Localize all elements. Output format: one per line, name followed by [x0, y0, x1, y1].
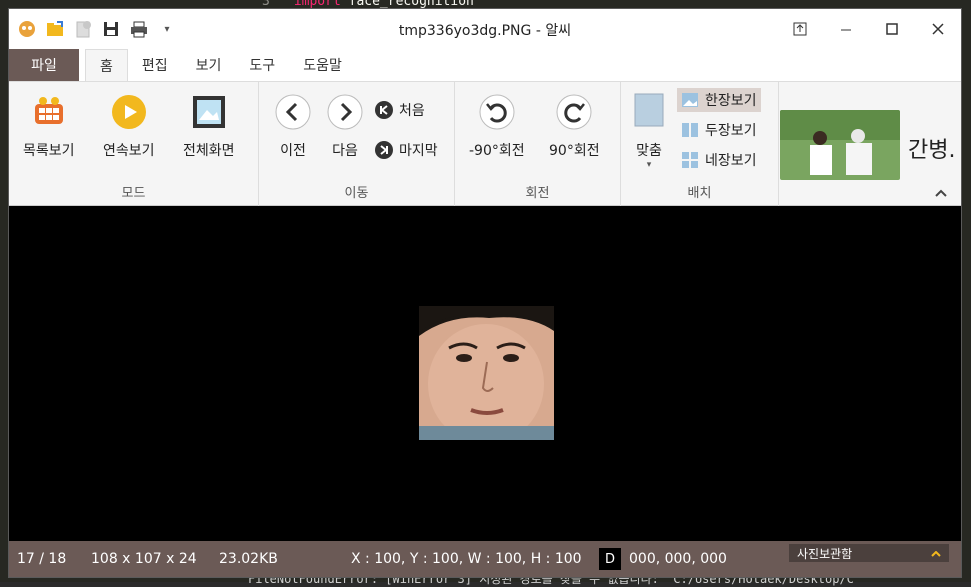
group-layout: 맞춤 ▾ 한장보기 두장보기 네장보기 배치 — [621, 82, 779, 207]
group-mode-label: 모드 — [121, 186, 146, 201]
double-view-button[interactable]: 두장보기 — [681, 120, 757, 140]
rotate-right-icon — [554, 92, 594, 132]
prev-label: 이전 — [280, 143, 306, 159]
rotate-cw-button[interactable]: 90°회전 — [549, 92, 600, 160]
last-icon — [375, 141, 393, 159]
group-rotate-label: 회전 — [525, 186, 550, 201]
chevron-left-icon — [273, 92, 313, 132]
slideshow-button[interactable]: 연속보기 — [103, 92, 155, 160]
promo-thumbnail[interactable] — [780, 110, 900, 180]
minimize-icon[interactable] — [823, 9, 869, 49]
image-canvas[interactable] — [9, 206, 961, 543]
prev-button[interactable]: 이전 — [273, 92, 313, 160]
list-view-label: 목록보기 — [23, 143, 75, 159]
status-bar: 17 / 18 108 x 107 x 24 23.02KB X : 100, … — [9, 541, 961, 577]
chevron-up-icon — [931, 546, 941, 560]
photo-album-button[interactable]: 사진보관함 — [789, 544, 949, 562]
file-size: 23.02KB — [219, 551, 278, 567]
single-view-button[interactable]: 한장보기 — [677, 88, 761, 112]
last-button[interactable]: 마지막 — [375, 140, 438, 160]
single-view-icon — [681, 91, 699, 109]
group-navigation: 이전 다음 처음 마지막 이동 — [259, 82, 455, 207]
tab-tools[interactable]: 도구 — [235, 49, 289, 81]
chevron-right-icon — [325, 92, 365, 132]
tab-help[interactable]: 도움말 — [289, 49, 356, 81]
tab-home[interactable]: 홈 — [85, 49, 128, 81]
window-controls — [777, 9, 961, 49]
new-icon[interactable] — [73, 19, 93, 39]
first-label: 처음 — [399, 103, 425, 119]
first-icon — [375, 101, 393, 119]
ribbon-promo[interactable]: 간병. — [776, 82, 961, 207]
first-button[interactable]: 처음 — [375, 100, 425, 120]
selection-info: X : 100, Y : 100, W : 100, H : 100 — [351, 551, 582, 567]
color-value: 000, 000, 000 — [629, 551, 727, 567]
last-label: 마지막 — [399, 143, 438, 159]
tab-view[interactable]: 보기 — [182, 49, 236, 81]
fullscreen-button[interactable]: 전체화면 — [183, 92, 235, 160]
ribbon-tabs: 파일 홈 편집 보기 도구 도움말 — [9, 49, 961, 81]
close-icon[interactable] — [915, 9, 961, 49]
color-mode-badge: D — [599, 548, 621, 570]
group-rotate: -90°회전 90°회전 회전 — [455, 82, 621, 207]
single-view-label: 한장보기 — [705, 93, 757, 109]
maximize-icon[interactable] — [869, 9, 915, 49]
double-view-icon — [681, 121, 699, 139]
rotate-ccw-label: -90°회전 — [469, 143, 525, 159]
rotate-ccw-button[interactable]: -90°회전 — [469, 92, 525, 160]
slideshow-label: 연속보기 — [103, 143, 155, 159]
app-logo-icon[interactable] — [17, 19, 37, 39]
play-icon — [109, 92, 149, 132]
displayed-photo — [419, 306, 554, 444]
collapse-ribbon-icon[interactable] — [935, 185, 947, 201]
customize-icon[interactable]: ▾ — [157, 19, 177, 39]
ribbon: 목록보기 연속보기 전체화면 모드 이전 다음 처음 마지막 이동 -90°회전… — [9, 81, 961, 207]
tab-edit[interactable]: 편집 — [128, 49, 182, 81]
next-button[interactable]: 다음 — [325, 92, 365, 160]
fullscreen-icon — [189, 92, 229, 132]
tab-file[interactable]: 파일 — [9, 49, 79, 81]
quick-access-toolbar: ▾ — [9, 19, 177, 39]
rotate-cw-label: 90°회전 — [549, 143, 600, 159]
next-label: 다음 — [332, 143, 358, 159]
fit-icon — [629, 92, 669, 132]
save-icon[interactable] — [101, 19, 121, 39]
group-layout-label: 배치 — [687, 186, 712, 201]
image-index: 17 / 18 — [17, 551, 67, 567]
image-dimensions: 108 x 107 x 24 — [91, 551, 197, 567]
photo-album-label: 사진보관함 — [797, 546, 853, 561]
grid-mascot-icon — [29, 92, 69, 132]
quad-view-icon — [681, 151, 699, 169]
double-view-label: 두장보기 — [705, 123, 757, 139]
print-icon[interactable] — [129, 19, 149, 39]
group-mode: 목록보기 연속보기 전체화면 모드 — [9, 82, 259, 207]
viewer-window: ▾ tmp336yo3dg.PNG - 알씨 파일 홈 편집 보기 도구 도움말 — [8, 8, 962, 578]
rotate-left-icon — [477, 92, 517, 132]
open-folder-icon[interactable] — [45, 19, 65, 39]
fit-label: 맞춤 — [636, 143, 662, 159]
quad-view-label: 네장보기 — [705, 153, 757, 169]
fit-dropdown-icon[interactable]: ▾ — [647, 160, 652, 170]
fullscreen-label: 전체화면 — [183, 143, 235, 159]
fit-button[interactable]: 맞춤 ▾ — [629, 92, 669, 170]
promo-label: 간병. — [908, 138, 956, 163]
list-view-button[interactable]: 목록보기 — [23, 92, 75, 160]
quad-view-button[interactable]: 네장보기 — [681, 150, 757, 170]
group-navigation-label: 이동 — [344, 186, 369, 201]
title-bar: ▾ tmp336yo3dg.PNG - 알씨 — [9, 9, 961, 49]
pin-icon[interactable] — [777, 9, 823, 49]
